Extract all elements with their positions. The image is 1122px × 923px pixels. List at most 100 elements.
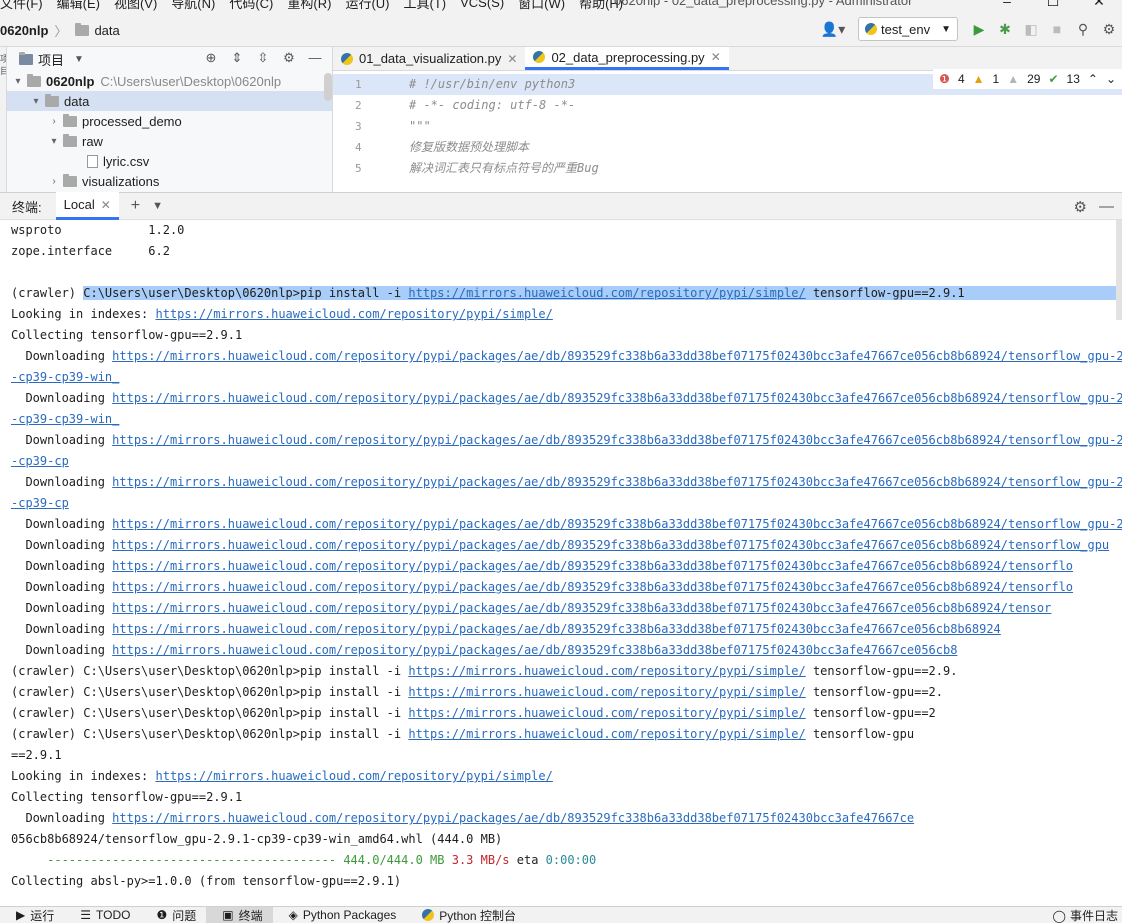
terminal-text: Downloading bbox=[11, 601, 113, 615]
gear-icon[interactable]: ⚙ bbox=[278, 50, 300, 66]
chevron-down-icon[interactable]: ▾ bbox=[11, 76, 25, 87]
terminal-link[interactable]: https://mirrors.huaweicloud.com/reposito… bbox=[408, 706, 805, 720]
chevron-down-icon[interactable]: ▼ bbox=[152, 200, 163, 212]
gear-icon[interactable]: ⚙ bbox=[1074, 198, 1087, 216]
menu-item-refactor[interactable]: 重构(R) bbox=[287, 0, 331, 11]
terminal-output[interactable]: wsproto 1.2.0 zope.interface 6.2 (crawler)… bbox=[0, 220, 1122, 906]
inspection-widget[interactable]: ❶4 ▲ 1 ▲ 29 ✔ 13 ⌃ ⌄ bbox=[933, 69, 1122, 89]
terminal-link[interactable]: -cp39-cp39-win_ bbox=[11, 370, 119, 384]
user-account-icon[interactable]: 👤▾ bbox=[816, 17, 850, 41]
search-icon[interactable]: ⚲ bbox=[1070, 17, 1096, 41]
project-panel-title[interactable]: 项目 bbox=[38, 50, 64, 69]
close-tab-icon[interactable]: ✕ bbox=[101, 198, 111, 212]
terminal-line: (crawler) C:\Users\user\Desktop\0620nlp>… bbox=[0, 661, 1122, 682]
project-tool-window-icon[interactable]: 项目 bbox=[0, 53, 6, 77]
hide-icon[interactable]: — bbox=[304, 50, 326, 66]
tool-python-console[interactable]: Python 控制台 bbox=[406, 907, 526, 923]
tool-run[interactable]: ▶ 运行 bbox=[0, 907, 64, 923]
terminal-link[interactable]: https://mirrors.huaweicloud.com/reposito… bbox=[408, 685, 805, 699]
terminal-text: (crawler) C:\Users\user\Desktop\0620nlp>… bbox=[11, 664, 409, 678]
locate-icon[interactable]: ⊕ bbox=[200, 50, 222, 66]
close-tab-icon[interactable]: ✕ bbox=[507, 52, 517, 66]
terminal-link[interactable]: https://mirrors.huaweicloud.com/reposito… bbox=[408, 664, 805, 678]
maximize-icon[interactable]: ☐ bbox=[1030, 0, 1076, 10]
terminal-link[interactable]: https://mirrors.huaweicloud.com/reposito… bbox=[156, 307, 553, 321]
tool-python-packages[interactable]: ◈ Python Packages bbox=[273, 907, 407, 923]
code-editor[interactable]: 1 # !/usr/bin/env python3 2 # -*- coding… bbox=[333, 69, 1122, 192]
tab-02-data-preprocessing[interactable]: 02_data_preprocessing.py ✕ bbox=[525, 47, 729, 70]
chevron-down-icon[interactable]: ▾ bbox=[47, 136, 61, 147]
event-log[interactable]: ◯ 事件日志 bbox=[1053, 907, 1118, 923]
close-icon[interactable]: ✕ bbox=[1076, 0, 1122, 10]
terminal-link[interactable]: https://mirrors.huaweicloud.com/reposito… bbox=[112, 475, 1122, 489]
terminal-link[interactable]: https://mirrors.huaweicloud.com/reposito… bbox=[112, 538, 1109, 552]
expand-all-icon[interactable]: ⇕ bbox=[226, 50, 248, 66]
terminal-text: Downloading bbox=[11, 433, 113, 447]
terminal-scrollbar[interactable] bbox=[1116, 220, 1122, 320]
stop-icon[interactable]: ■ bbox=[1044, 17, 1070, 41]
run-configuration-select[interactable]: test_env ▼ bbox=[858, 17, 958, 41]
chevron-right-icon[interactable]: › bbox=[47, 176, 61, 187]
terminal-link[interactable]: https://mirrors.huaweicloud.com/reposito… bbox=[112, 559, 1073, 573]
tool-todo[interactable]: ☰ TODO bbox=[64, 907, 140, 923]
terminal-link[interactable]: https://mirrors.huaweicloud.com/reposito… bbox=[112, 349, 1122, 363]
terminal-text: zope.interface 6.2 bbox=[11, 244, 170, 258]
tree-item-visualizations[interactable]: › visualizations bbox=[7, 171, 332, 191]
terminal-link[interactable]: https://mirrors.huaweicloud.com/reposito… bbox=[112, 622, 1001, 636]
tab-01-data-visualization[interactable]: 01_data_visualization.py ✕ bbox=[333, 47, 525, 70]
coverage-icon[interactable]: ◧ bbox=[1018, 17, 1044, 41]
terminal-link[interactable]: https://mirrors.huaweicloud.com/reposito… bbox=[112, 811, 914, 825]
hide-icon[interactable]: — bbox=[1099, 198, 1114, 216]
close-tab-icon[interactable]: ✕ bbox=[711, 50, 721, 64]
terminal-link[interactable]: https://mirrors.huaweicloud.com/reposito… bbox=[408, 286, 806, 300]
project-panel-header: 项目 ▼ ⊕ ⇕ ⇳ ⚙ — bbox=[7, 47, 332, 71]
add-terminal-icon[interactable]: + bbox=[131, 197, 140, 215]
terminal-tab-local[interactable]: Local ✕ bbox=[55, 192, 119, 220]
terminal-link[interactable]: https://mirrors.huaweicloud.com/reposito… bbox=[112, 433, 1122, 447]
terminal-link[interactable]: https://mirrors.huaweicloud.com/reposito… bbox=[112, 517, 1122, 531]
terminal-link[interactable]: https://mirrors.huaweicloud.com/reposito… bbox=[112, 601, 1051, 615]
chevron-down-icon[interactable]: ▼ bbox=[74, 54, 84, 65]
menu-item-view[interactable]: 视图(V) bbox=[114, 0, 157, 11]
run-icon[interactable]: ▶ bbox=[966, 17, 992, 41]
terminal-link[interactable]: https://mirrors.huaweicloud.com/reposito… bbox=[156, 769, 553, 783]
tree-item-lyric-csv[interactable]: lyric.csv bbox=[7, 151, 332, 171]
terminal-link[interactable]: https://mirrors.huaweicloud.com/reposito… bbox=[112, 391, 1122, 405]
minimize-icon[interactable]: – bbox=[984, 0, 1030, 10]
tree-item-data[interactable]: ▾ data bbox=[7, 91, 332, 111]
breadcrumb-project[interactable]: 0620nlp bbox=[0, 23, 48, 38]
menu-item-code[interactable]: 代码(C) bbox=[229, 0, 273, 11]
collapse-all-icon[interactable]: ⇳ bbox=[252, 50, 274, 66]
menu-item-run[interactable]: 运行(U) bbox=[345, 0, 389, 11]
menu-item-navigate[interactable]: 导航(N) bbox=[171, 0, 215, 11]
terminal-link[interactable]: -cp39-cp bbox=[11, 454, 69, 468]
tree-item-label: data bbox=[64, 93, 90, 109]
chevron-down-icon[interactable]: ▾ bbox=[29, 96, 43, 107]
chevron-down-icon[interactable]: ⌄ bbox=[1106, 72, 1116, 86]
terminal-line: Looking in indexes: https://mirrors.huaw… bbox=[0, 304, 1122, 325]
line-number: 2 bbox=[355, 99, 362, 112]
python-icon bbox=[422, 909, 435, 921]
menu-item-file[interactable]: 文件(F) bbox=[0, 0, 43, 11]
terminal-link[interactable]: -cp39-cp bbox=[11, 496, 69, 510]
tree-item-processed-demo[interactable]: › processed_demo bbox=[7, 111, 332, 131]
tool-terminal[interactable]: ▣ 终端 bbox=[206, 906, 273, 923]
menu-item-edit[interactable]: 编辑(E) bbox=[57, 0, 100, 11]
tree-item-project-root[interactable]: ▾ 0620nlp C:\Users\user\Desktop\0620nlp bbox=[7, 71, 332, 91]
menu-item-tools[interactable]: 工具(T) bbox=[403, 0, 446, 11]
folder-icon bbox=[63, 113, 77, 127]
terminal-link[interactable]: https://mirrors.huaweicloud.com/reposito… bbox=[408, 727, 805, 741]
terminal-link[interactable]: https://mirrors.huaweicloud.com/reposito… bbox=[112, 580, 1073, 594]
tool-problems[interactable]: ❶ 问题 bbox=[140, 907, 206, 923]
tree-item-raw[interactable]: ▾ raw bbox=[7, 131, 332, 151]
debug-icon[interactable]: ✱ bbox=[992, 17, 1018, 41]
terminal-link[interactable]: https://mirrors.huaweicloud.com/reposito… bbox=[112, 643, 957, 657]
breadcrumb-folder[interactable]: data bbox=[94, 23, 119, 38]
chevron-up-icon[interactable]: ⌃ bbox=[1088, 72, 1098, 86]
terminal-link[interactable]: -cp39-cp39-win_ bbox=[11, 412, 119, 426]
project-scrollbar[interactable] bbox=[324, 73, 332, 101]
chevron-right-icon[interactable]: › bbox=[47, 116, 61, 127]
menu-item-vcs[interactable]: VCS(S) bbox=[460, 0, 504, 10]
settings-gear-icon[interactable]: ⚙ bbox=[1096, 17, 1122, 41]
menu-item-window[interactable]: 窗口(W) bbox=[518, 0, 565, 11]
